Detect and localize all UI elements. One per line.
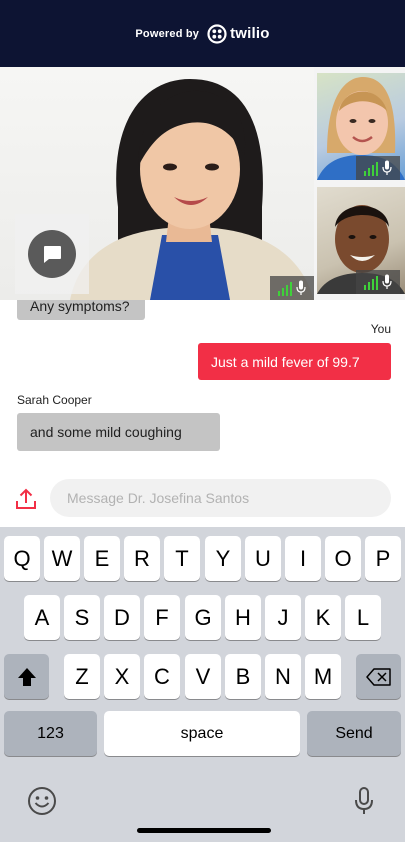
space-key[interactable]: space: [104, 711, 300, 756]
powered-by-label: Powered by: [135, 27, 200, 40]
chat-message-bubble: Any symptoms?: [17, 300, 145, 320]
signal-strength-icon: [363, 161, 379, 176]
key-l[interactable]: L: [345, 595, 381, 640]
participant-1-status: [356, 156, 400, 180]
message-input[interactable]: [50, 479, 391, 517]
upload-icon[interactable]: [14, 487, 38, 511]
app-header: Powered by twilio: [0, 0, 405, 67]
home-indicator[interactable]: [137, 828, 271, 833]
key-k[interactable]: K: [305, 595, 341, 640]
video-area: [0, 67, 405, 300]
key-w[interactable]: W: [44, 536, 80, 581]
backspace-icon: [365, 667, 391, 686]
shift-arrow-icon: [17, 667, 36, 686]
chat-sender-name: You: [370, 322, 391, 336]
key-o[interactable]: O: [325, 536, 361, 581]
participant-thumbnail-1[interactable]: [317, 73, 405, 180]
signal-strength-icon: [363, 275, 379, 290]
twilio-logo-icon: [207, 23, 227, 44]
signal-strength-icon: [277, 281, 293, 296]
key-z[interactable]: Z: [64, 654, 100, 699]
microphone-icon: [296, 280, 306, 295]
send-key[interactable]: Send: [307, 711, 401, 756]
key-y[interactable]: Y: [205, 536, 241, 581]
key-p[interactable]: P: [365, 536, 401, 581]
key-c[interactable]: C: [144, 654, 180, 699]
chat-message-bubble: and some mild coughing: [17, 413, 220, 451]
chat-messages[interactable]: Any symptoms? You Just a mild fever of 9…: [0, 300, 405, 470]
chat-toggle-button[interactable]: [15, 214, 89, 294]
key-q[interactable]: Q: [4, 536, 40, 581]
twilio-logo: twilio: [207, 23, 270, 44]
key-m[interactable]: M: [305, 654, 341, 699]
key-d[interactable]: D: [104, 595, 140, 640]
key-u[interactable]: U: [245, 536, 281, 581]
participant-thumbnail-2[interactable]: [317, 187, 405, 294]
key-j[interactable]: J: [265, 595, 301, 640]
backspace-key[interactable]: [356, 654, 401, 699]
dictation-microphone-icon[interactable]: [352, 786, 376, 816]
key-v[interactable]: V: [185, 654, 221, 699]
key-s[interactable]: S: [64, 595, 100, 640]
shift-key[interactable]: [4, 654, 49, 699]
key-e[interactable]: E: [84, 536, 120, 581]
key-x[interactable]: X: [104, 654, 140, 699]
key-t[interactable]: T: [164, 536, 200, 581]
emoji-icon[interactable]: [27, 786, 57, 816]
chat-message-text: Just a mild fever of 99.7: [211, 353, 360, 370]
microphone-icon: [382, 274, 392, 289]
chat-message-bubble-self: Just a mild fever of 99.7: [198, 343, 391, 380]
chat-bubble-icon: [44, 246, 61, 263]
key-f[interactable]: F: [144, 595, 180, 640]
numbers-key[interactable]: 123: [4, 711, 97, 756]
microphone-icon: [382, 160, 392, 175]
key-a[interactable]: A: [24, 595, 60, 640]
key-h[interactable]: H: [225, 595, 261, 640]
chat-message-text: and some mild coughing: [30, 424, 182, 440]
key-i[interactable]: I: [285, 536, 321, 581]
key-r[interactable]: R: [124, 536, 160, 581]
key-g[interactable]: G: [185, 595, 221, 640]
twilio-wordmark: twilio: [230, 25, 270, 42]
main-video-status: [270, 276, 314, 300]
chat-message-text: Any symptoms?: [30, 300, 130, 314]
participant-2-status: [356, 270, 400, 294]
key-b[interactable]: B: [225, 654, 261, 699]
key-n[interactable]: N: [265, 654, 301, 699]
chat-sender-name: Sarah Cooper: [17, 393, 92, 407]
chat-toggle-circle: [28, 230, 76, 278]
